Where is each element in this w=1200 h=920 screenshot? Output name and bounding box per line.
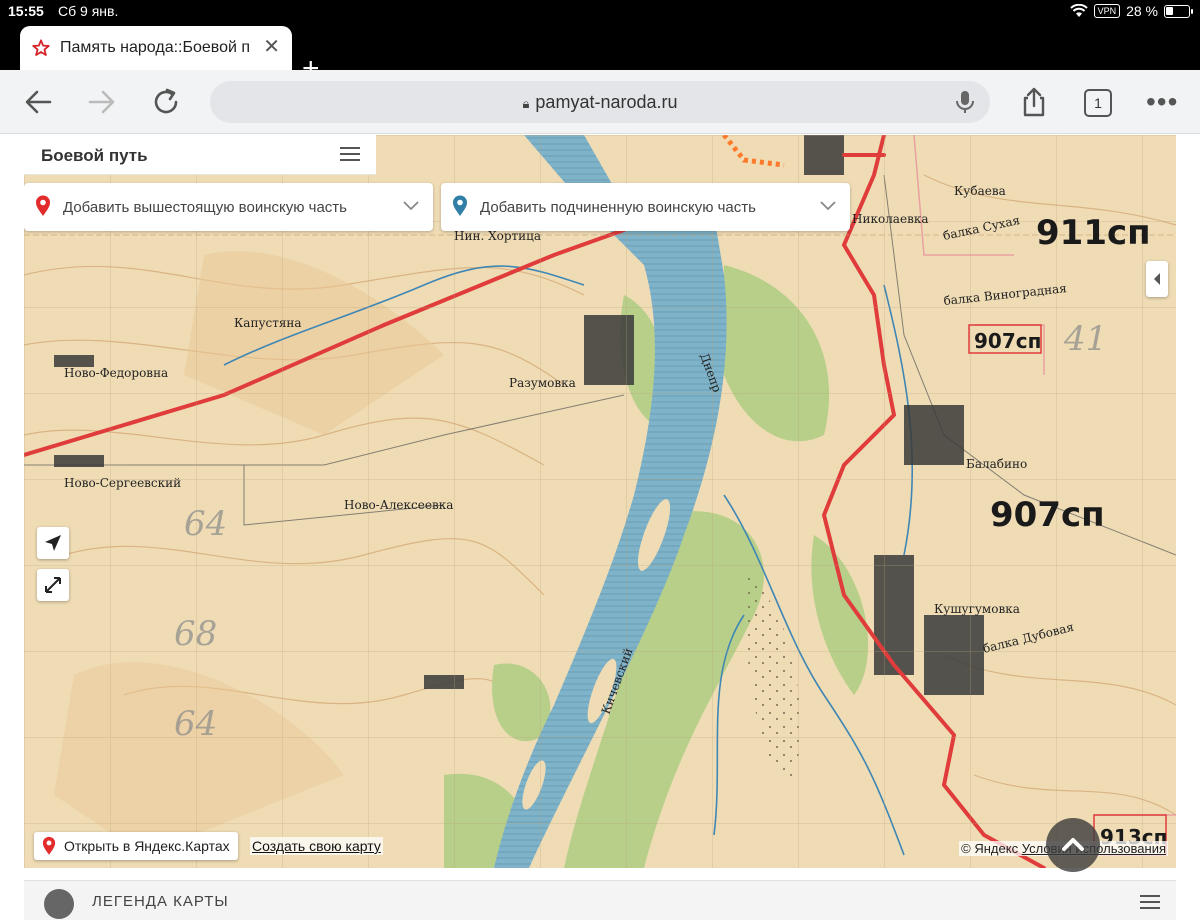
- unit-label-907: 907сп: [990, 495, 1105, 535]
- map-legend-bar[interactable]: ЛЕГЕНДА КАРТЫ: [24, 880, 1176, 920]
- geolocation-button[interactable]: [37, 527, 69, 559]
- browser-tab[interactable]: Память народа::Боевой путь ✕: [20, 26, 292, 70]
- tab-title: Память народа::Боевой путь: [60, 39, 250, 56]
- place-label: Ново-Сергеевский: [64, 476, 181, 490]
- reload-icon[interactable]: [150, 86, 182, 118]
- back-icon[interactable]: [22, 86, 54, 118]
- superior-unit-label: Добавить вышестоящую воинскую часть: [63, 199, 347, 216]
- scroll-to-top-button[interactable]: [1046, 818, 1100, 872]
- map-pin-blue-icon: [453, 195, 467, 216]
- place-label: Разумовка: [509, 376, 576, 390]
- subordinate-unit-select[interactable]: Добавить подчиненную воинскую часть: [441, 183, 850, 231]
- chevron-up-icon: [1062, 838, 1084, 851]
- place-label: Ново-Алексеевка: [344, 498, 453, 512]
- yandex-pin-icon: [42, 836, 56, 855]
- create-map-link[interactable]: Создать свою карту: [250, 837, 383, 855]
- share-icon[interactable]: [1018, 86, 1050, 118]
- tab-count-button[interactable]: 1: [1084, 89, 1112, 117]
- legend-icon: [44, 889, 74, 919]
- vpn-badge: VPN: [1093, 4, 1121, 18]
- place-label: Балабино: [966, 457, 1027, 471]
- place-label: Капустяна: [234, 316, 302, 330]
- place-label: Ново-Федоровна: [64, 366, 168, 380]
- pencil-number: 68: [174, 614, 217, 654]
- unit-label-911: 911сп: [1036, 213, 1151, 253]
- place-label: Нин. Хортица: [454, 229, 541, 243]
- subordinate-unit-label: Добавить подчиненную воинскую часть: [480, 199, 756, 216]
- pencil-number: 64: [174, 704, 217, 744]
- unit-label-907-small: 907сп: [974, 329, 1042, 353]
- pencil-number: 64: [184, 504, 227, 544]
- place-label: Кушугумовка: [934, 602, 1020, 616]
- status-indicators: VPN 28 %: [1069, 3, 1193, 19]
- hamburger-menu-icon[interactable]: [340, 147, 360, 161]
- map-pin-red-icon: [36, 195, 50, 216]
- microphone-icon[interactable]: [954, 90, 976, 114]
- side-panel-toggle[interactable]: [1146, 261, 1168, 297]
- battery-percent: 28 %: [1126, 3, 1158, 19]
- place-label: Николаевка: [852, 212, 928, 226]
- status-bar: 15:55 Сб 9 янв. VPN 28 %: [0, 0, 1200, 24]
- status-date: Сб 9 янв.: [58, 3, 119, 19]
- battle-path-map[interactable]: 64 68 64 41 Нин. Хортица Николаевка Куба…: [24, 135, 1176, 868]
- battle-path-panel: Боевой путь: [24, 135, 376, 175]
- forward-icon[interactable]: [86, 86, 118, 118]
- pencil-number: 41: [1063, 319, 1107, 359]
- status-time: 15:55: [8, 3, 44, 19]
- open-yandex-label: Открыть в Яндекс.Картах: [64, 838, 230, 854]
- chevron-left-icon: [1154, 273, 1160, 285]
- panel-title: Боевой путь: [41, 146, 148, 165]
- lock-icon: 🔒︎: [522, 96, 530, 111]
- legend-title: ЛЕГЕНДА КАРТЫ: [92, 893, 229, 910]
- superior-unit-select[interactable]: Добавить вышестоящую воинскую часть: [24, 183, 433, 231]
- chevron-down-icon: [820, 201, 836, 211]
- url-text: pamyat-naroda.ru: [535, 92, 678, 112]
- close-tab-icon[interactable]: ✕: [263, 37, 280, 57]
- tab-bar: Память народа::Боевой путь ✕ +: [0, 24, 1200, 84]
- open-yandex-maps-button[interactable]: Открыть в Яндекс.Картах: [34, 832, 238, 860]
- location-arrow-icon: [45, 535, 61, 551]
- hamburger-menu-icon[interactable]: [1140, 895, 1160, 909]
- chevron-down-icon: [403, 201, 419, 211]
- fullscreen-button[interactable]: [37, 569, 69, 601]
- more-menu-icon[interactable]: •••: [1146, 88, 1178, 116]
- address-bar[interactable]: 🔒︎ pamyat-naroda.ru: [210, 81, 990, 123]
- expand-icon: [45, 577, 61, 593]
- browser-toolbar: 🔒︎ pamyat-naroda.ru 1 •••: [0, 70, 1200, 134]
- battery-icon: [1164, 4, 1193, 18]
- star-icon: [32, 39, 50, 56]
- page-content: 64 68 64 41 Нин. Хортица Николаевка Куба…: [0, 135, 1200, 920]
- wifi-icon: [1069, 4, 1088, 17]
- place-label: Кубаева: [954, 184, 1006, 198]
- copyright-text: © Яндекс: [961, 841, 1022, 856]
